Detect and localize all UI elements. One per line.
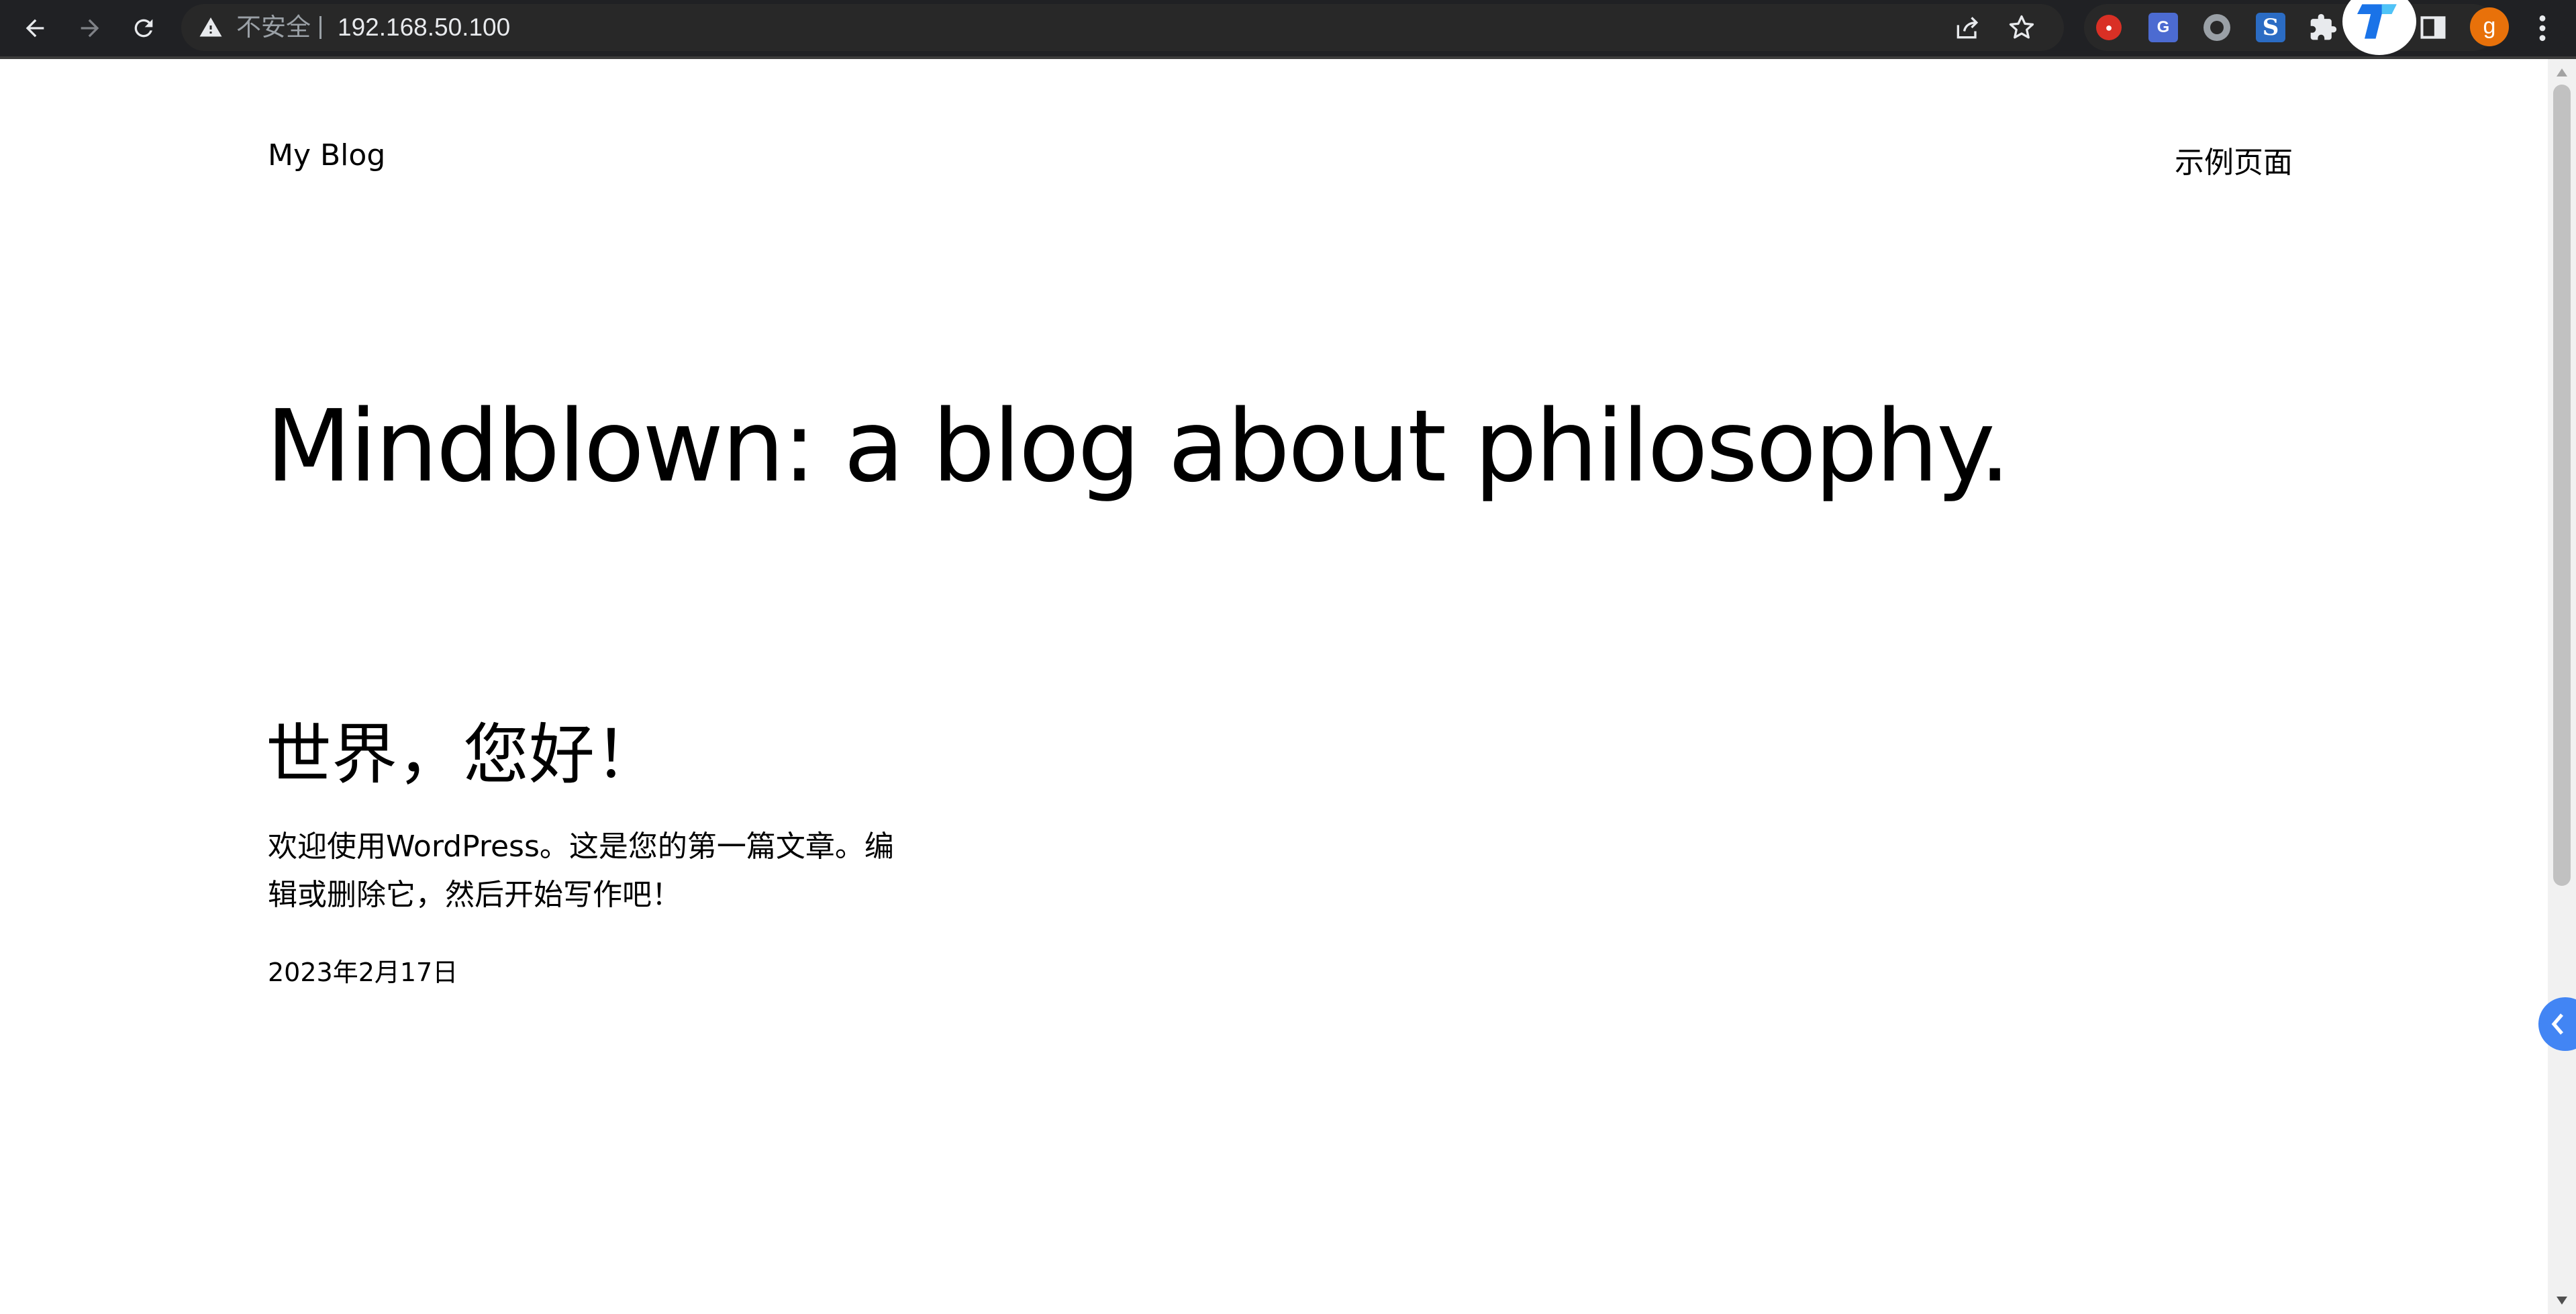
profile-avatar[interactable]: g <box>2470 7 2509 46</box>
browser-toolbar: 不安全 192.168.50.100 ● G S g <box>0 0 2576 59</box>
bookmark-button[interactable] <box>2007 13 2036 42</box>
post-date[interactable]: 2023年2月17日 <box>268 952 458 989</box>
kebab-menu-icon <box>2539 15 2546 42</box>
side-panel-button[interactable] <box>2418 13 2448 42</box>
security-status-label[interactable]: 不安全 <box>236 4 311 51</box>
forward-button[interactable] <box>71 9 109 47</box>
triangle-down-icon <box>2557 1297 2567 1305</box>
triangle-up-icon <box>2557 68 2567 77</box>
scroll-down-button[interactable] <box>2548 1287 2576 1314</box>
forward-arrow-icon <box>81 19 99 38</box>
puzzle-icon <box>2310 13 2337 40</box>
star-icon <box>2009 15 2034 39</box>
red-extension-icon[interactable]: ● <box>2096 15 2122 40</box>
back-button[interactable] <box>16 9 54 47</box>
share-button[interactable] <box>1953 13 1983 42</box>
share-icon <box>1956 17 1979 39</box>
nav-link-sample-page[interactable]: 示例页面 <box>2175 138 2293 181</box>
reload-button[interactable] <box>125 9 162 47</box>
browser-menu-button[interactable] <box>2525 9 2560 47</box>
back-arrow-icon <box>26 19 44 38</box>
circle-extension-icon[interactable] <box>2203 14 2230 41</box>
scrollbar-thumb[interactable] <box>2553 85 2571 886</box>
divider <box>319 16 321 39</box>
side-expand-tab[interactable] <box>2538 997 2576 1051</box>
url-text[interactable]: 192.168.50.100 <box>338 4 510 51</box>
scroll-up-button[interactable] <box>2548 59 2576 86</box>
extensions-area: ● G S <box>2084 4 2496 51</box>
chevron-left-icon <box>2551 1013 2563 1035</box>
reload-icon <box>134 19 153 38</box>
site-tagline: Mindblown: a blog about philosophy. <box>266 389 2011 504</box>
post-title-link[interactable]: 世界，您好！ <box>266 711 660 799</box>
google-translate-icon[interactable]: G <box>2148 13 2178 42</box>
address-bar[interactable]: 不安全 192.168.50.100 <box>181 4 2064 51</box>
side-panel-icon <box>2420 16 2446 39</box>
warning-icon[interactable] <box>199 15 223 40</box>
vertical-scrollbar[interactable] <box>2548 59 2576 1314</box>
site-title-link[interactable]: My Blog <box>268 138 385 172</box>
extensions-button[interactable] <box>2308 13 2338 42</box>
post-excerpt: 欢迎使用WordPress。这是您的第一篇文章。编辑或删除它，然后开始写作吧！ <box>268 829 894 912</box>
s-extension-icon[interactable]: S <box>2256 13 2285 42</box>
